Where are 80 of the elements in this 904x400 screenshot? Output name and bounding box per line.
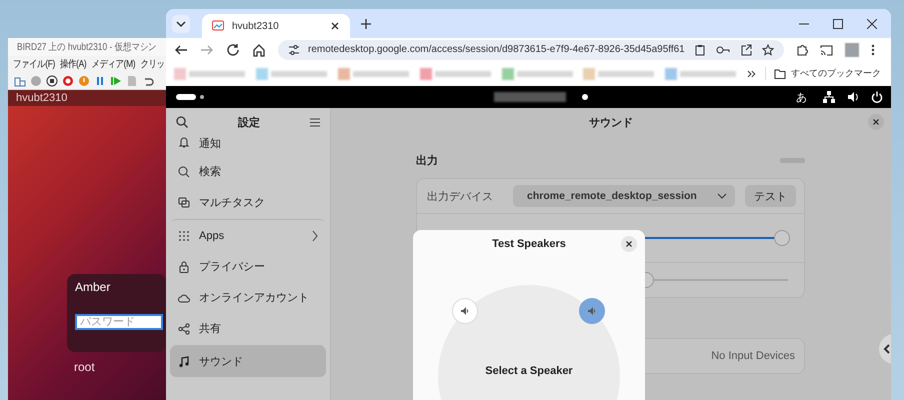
chevron-down-icon	[717, 193, 727, 199]
device-dropdown[interactable]: chrome_remote_desktop_session	[513, 185, 735, 207]
network-icon	[823, 91, 835, 103]
more-menu-icon[interactable]	[871, 44, 875, 56]
workspace-indicator-icon	[176, 94, 206, 100]
key-icon[interactable]	[716, 44, 730, 56]
speaker-button[interactable]	[579, 298, 605, 324]
search-icon	[178, 166, 190, 178]
menu-icon[interactable]	[310, 118, 320, 126]
close-icon[interactable]	[621, 236, 637, 252]
user-name[interactable]: root	[74, 360, 95, 374]
home-icon[interactable]	[252, 42, 266, 56]
cloud-icon	[178, 292, 190, 304]
menu-item[interactable]: 操作(A)	[60, 57, 86, 71]
sidebar-item[interactable]: 通知	[170, 136, 326, 156]
plus-icon[interactable]	[360, 18, 372, 30]
menu-item[interactable]: クリッ	[140, 57, 165, 71]
sidebar-item[interactable]: 共有	[170, 313, 326, 344]
music-note-icon	[178, 356, 190, 368]
sidebar-item[interactable]: Apps	[170, 220, 326, 251]
test-button[interactable]: テスト	[745, 185, 796, 207]
close-icon[interactable]	[868, 114, 884, 130]
star-icon[interactable]	[762, 44, 774, 56]
user-name: Amber	[75, 280, 112, 294]
chevron-right-icon	[312, 230, 318, 242]
chevron-double-icon[interactable]	[747, 68, 757, 78]
windows-icon	[178, 196, 190, 208]
power-icon	[871, 91, 883, 103]
pause-icon[interactable]	[94, 74, 106, 86]
tune-icon	[288, 44, 300, 56]
reload-icon[interactable]	[226, 42, 240, 56]
password-field[interactable]: パスワード	[75, 314, 163, 330]
notification-dot-icon	[582, 94, 588, 100]
maximize-icon[interactable]	[833, 18, 843, 28]
sidebar-item[interactable]: サウンド	[170, 346, 326, 377]
close-icon[interactable]	[867, 18, 877, 28]
bell-icon	[178, 136, 190, 148]
slider-thumb[interactable]	[774, 230, 790, 246]
play-icon[interactable]	[110, 74, 122, 86]
dialog-title: Test Speakers	[492, 238, 566, 250]
field-label: 出力デバイス	[427, 190, 494, 204]
tab-title: hvubt2310	[232, 20, 280, 32]
status-text: No Input Devices	[711, 350, 795, 362]
sidebar-item[interactable]: オンラインアカウント	[170, 282, 326, 313]
sidebar-title: 設定	[238, 116, 260, 130]
page-title: サウンド	[589, 116, 633, 130]
sidebar-item[interactable]: マルチタスク	[170, 187, 326, 218]
back-arrow-icon[interactable]	[174, 42, 188, 56]
clipboard-icon[interactable]	[694, 44, 706, 56]
address-bar[interactable]: remotedesktop.google.com/access/session/d9873615-e7f9-4e67-8926-35d45a95ff61	[278, 40, 784, 60]
section-heading: 出力	[416, 154, 438, 168]
grid-icon	[178, 230, 190, 242]
url-text: remotedesktop.google.com/access/session/d9873615-e7f9-4e67-8926-35d45a95ff61	[308, 44, 686, 55]
input-method-indicator[interactable]: あ	[796, 90, 807, 104]
menu-item[interactable]: ファイル(F)	[13, 57, 56, 71]
sidebar-item[interactable]: 検索	[170, 156, 326, 187]
power-icon[interactable]	[78, 74, 90, 86]
browser-tab[interactable]: hvubt2310	[202, 14, 350, 38]
grid-icon[interactable]	[14, 74, 26, 86]
vm-name-label: hvubt2310	[8, 90, 166, 106]
share-icon	[178, 322, 190, 334]
prompt-text: Select a Speaker	[485, 365, 573, 379]
lock-icon	[178, 260, 190, 272]
sidebar-item[interactable]: プライバシー	[170, 251, 326, 282]
bookmarks-folder[interactable]: すべてのブックマーク	[765, 67, 891, 80]
close-icon[interactable]	[330, 21, 340, 31]
puzzle-icon[interactable]	[796, 44, 808, 56]
speaker-icon	[587, 306, 597, 316]
window-title: BIRD27 上の hvubt2310 - 仮想マシン	[17, 40, 157, 54]
stop-icon[interactable]	[46, 74, 58, 86]
menu-item[interactable]: メディア(M)	[91, 57, 136, 71]
cast-icon[interactable]	[820, 44, 833, 56]
speaker-icon	[460, 306, 470, 316]
volume-icon	[847, 91, 859, 103]
open-external-icon[interactable]	[740, 44, 752, 56]
search-icon[interactable]	[176, 116, 188, 128]
target-icon[interactable]	[62, 74, 74, 86]
remote-desktop-icon	[212, 20, 224, 32]
folder-icon	[774, 68, 786, 78]
dropdown-icon[interactable]	[172, 14, 190, 32]
